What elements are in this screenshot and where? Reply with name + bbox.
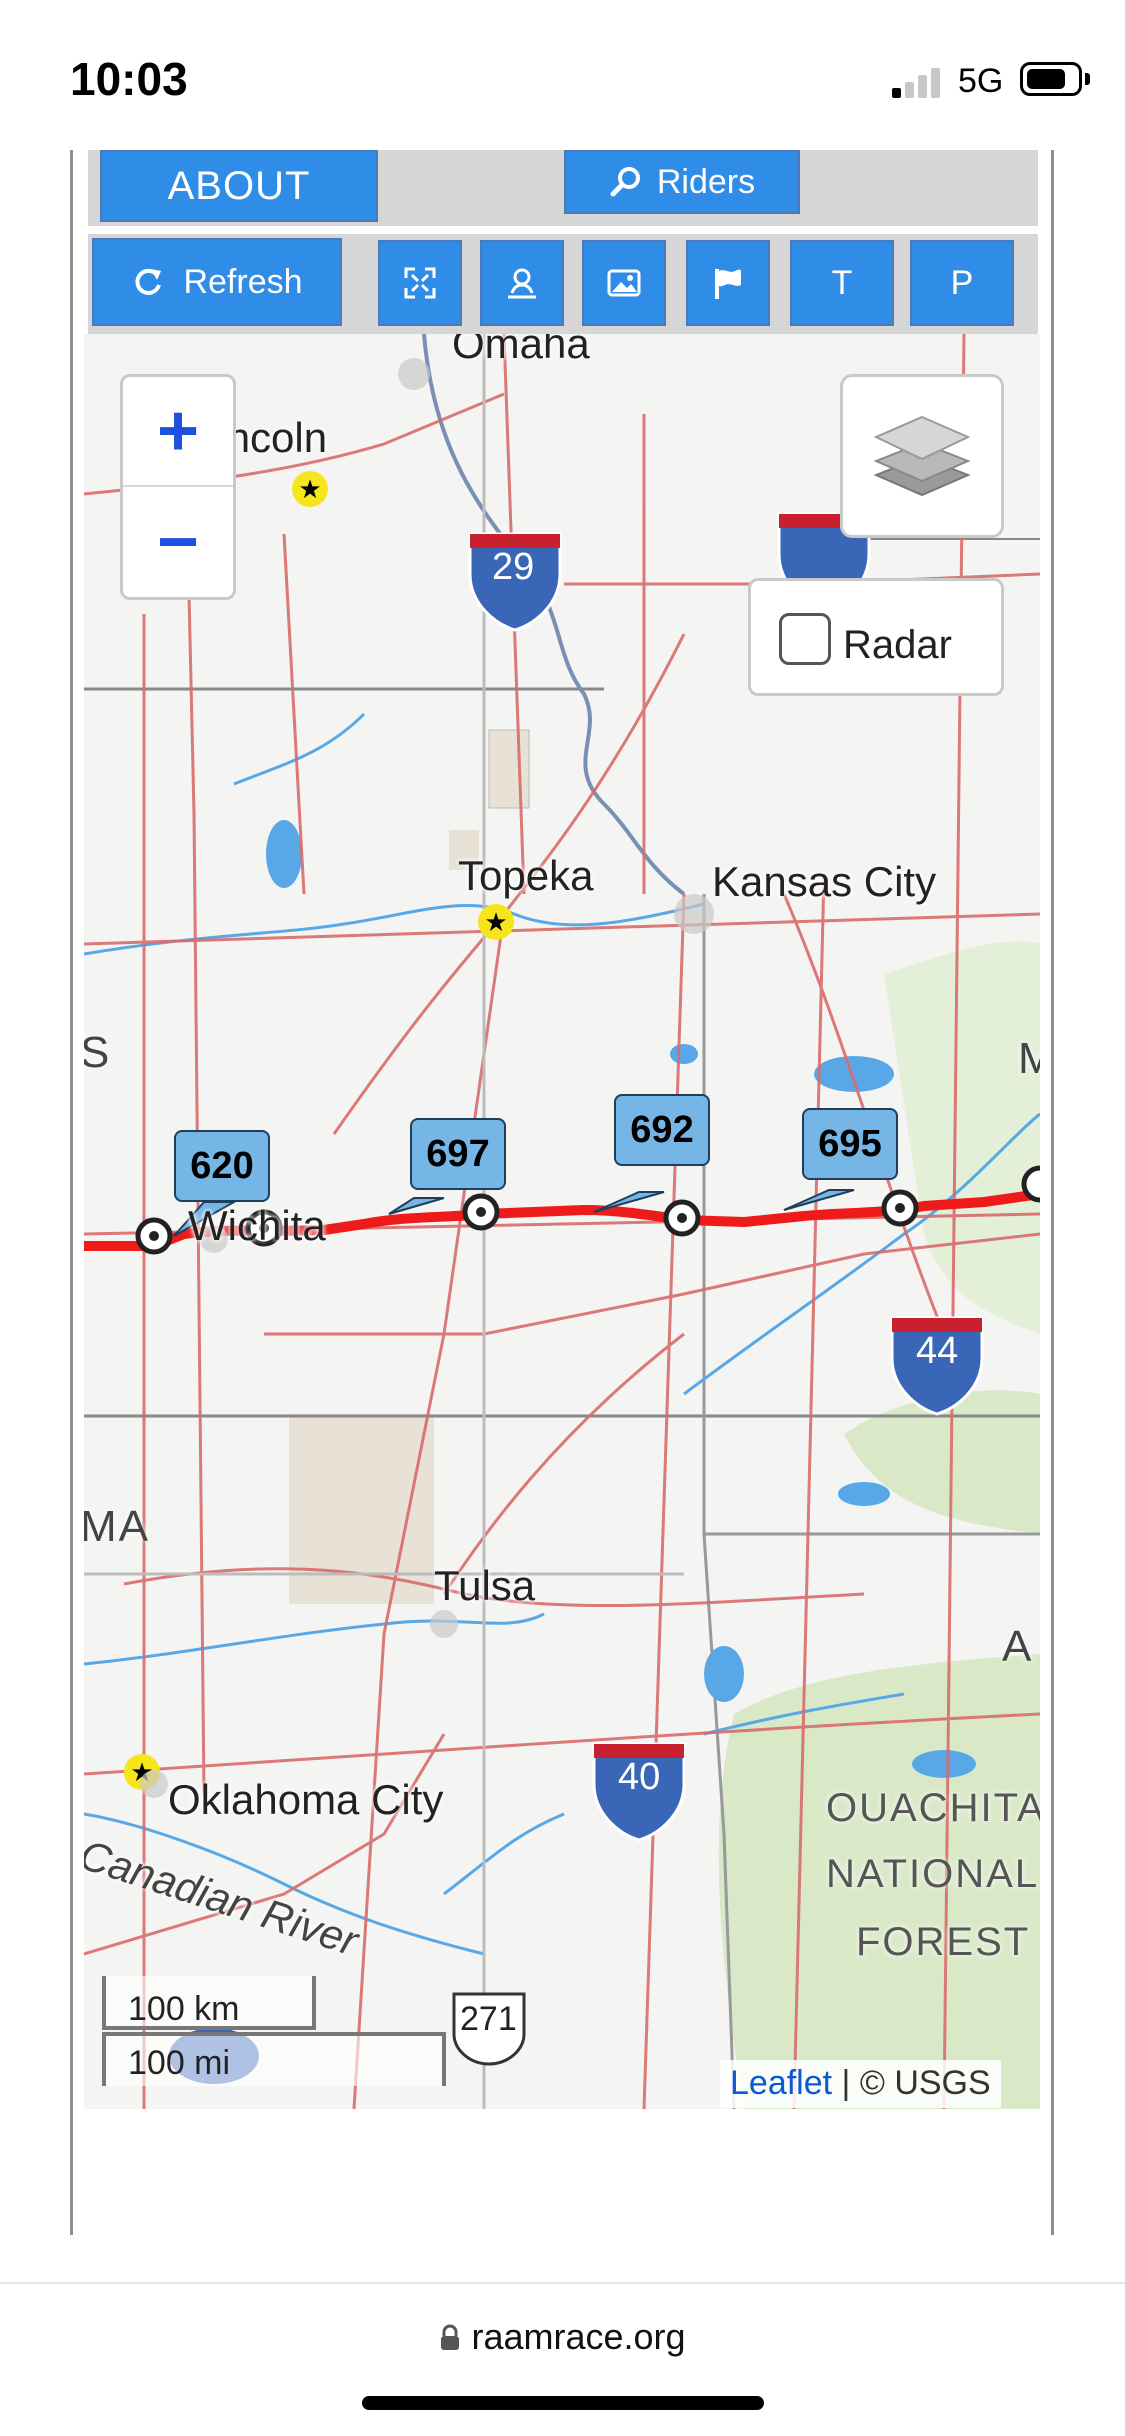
forest-label-line2: NATIONAL xyxy=(826,1852,1040,1896)
lock-icon xyxy=(441,2324,460,2350)
p-button[interactable]: P xyxy=(910,240,1014,326)
scale-km: 100 km xyxy=(102,1976,316,2030)
refresh-button[interactable]: Refresh xyxy=(92,238,342,326)
network-type: 5G xyxy=(958,62,1004,100)
i40-shield-label: 40 xyxy=(618,1756,661,1798)
region-label-s: S xyxy=(84,1028,112,1077)
region-label-a: A xyxy=(1002,1622,1034,1671)
t-button[interactable]: T xyxy=(790,240,894,326)
usgs-attribution: | © USGS xyxy=(832,2064,991,2102)
refresh-icon xyxy=(135,268,162,295)
city-wichita: Wichita xyxy=(188,1202,326,1249)
browser-address-bar[interactable] xyxy=(0,2282,1125,2436)
cellular-signal-icon xyxy=(892,66,944,98)
user-location-icon xyxy=(508,268,536,299)
refresh-label: Refresh xyxy=(183,262,303,301)
search-icon xyxy=(610,167,640,197)
svg-text:★: ★ xyxy=(484,907,507,937)
riders-button[interactable]: Riders xyxy=(564,150,800,214)
rider-marker-695[interactable]: 695 xyxy=(802,1108,898,1180)
us271-shield-label: 271 xyxy=(460,2000,517,2038)
i44-shield-label: 44 xyxy=(916,1330,959,1372)
zoom-out-button[interactable]: − xyxy=(123,487,233,597)
locate-rider-button[interactable] xyxy=(480,240,564,326)
radar-checkbox[interactable] xyxy=(779,613,831,665)
city-tulsa: Tulsa xyxy=(434,1562,536,1609)
battery-icon xyxy=(1020,62,1082,96)
region-label-ma: MA xyxy=(84,1502,150,1551)
region-label-m: M xyxy=(1018,1034,1040,1083)
forest-label-line3: FOREST xyxy=(856,1920,1031,1964)
status-time: 10:03 xyxy=(70,53,188,105)
rider-marker-620[interactable]: 620 xyxy=(174,1130,270,1202)
forest-label-line1: OUACHITA xyxy=(826,1786,1040,1830)
riders-label: Riders xyxy=(656,162,756,201)
url-text: raamrace.org xyxy=(471,2316,686,2357)
rider-marker-697[interactable]: 697 xyxy=(410,1118,506,1190)
zoom-control: + − xyxy=(120,374,236,600)
address-bar-url[interactable]: raamrace.org xyxy=(0,2316,1125,2358)
layers-button[interactable] xyxy=(840,374,1004,538)
image-layer-button[interactable] xyxy=(582,240,666,326)
city-oklahoma-city: Oklahoma City xyxy=(168,1776,444,1823)
layers-icon xyxy=(873,415,971,497)
svg-text:★: ★ xyxy=(298,474,321,504)
checkpoint-flag-button[interactable] xyxy=(686,240,770,326)
status-bar: 10:03 5G xyxy=(0,0,1125,150)
home-indicator[interactable] xyxy=(362,2396,764,2410)
city-kansas-city: Kansas City xyxy=(712,858,937,905)
radar-label: Radar xyxy=(843,623,952,667)
zoom-in-button[interactable]: + xyxy=(123,377,233,487)
image-icon xyxy=(607,269,641,297)
i29-shield-label: 29 xyxy=(492,546,535,588)
map-attribution: Leaflet | © USGS xyxy=(720,2060,1001,2108)
scale-mi: 100 mi xyxy=(102,2032,446,2086)
battery-tip xyxy=(1085,73,1090,85)
about-button[interactable]: ABOUT xyxy=(100,150,378,222)
city-omaha: Omaha xyxy=(452,334,590,367)
radar-toggle[interactable]: Radar xyxy=(748,578,1004,696)
flag-icon xyxy=(715,269,741,299)
leaflet-link[interactable]: Leaflet xyxy=(730,2064,832,2102)
fullscreen-icon xyxy=(404,267,436,299)
city-topeka: Topeka xyxy=(458,852,594,899)
fullscreen-button[interactable] xyxy=(378,240,462,326)
rider-marker-692[interactable]: 692 xyxy=(614,1094,710,1166)
